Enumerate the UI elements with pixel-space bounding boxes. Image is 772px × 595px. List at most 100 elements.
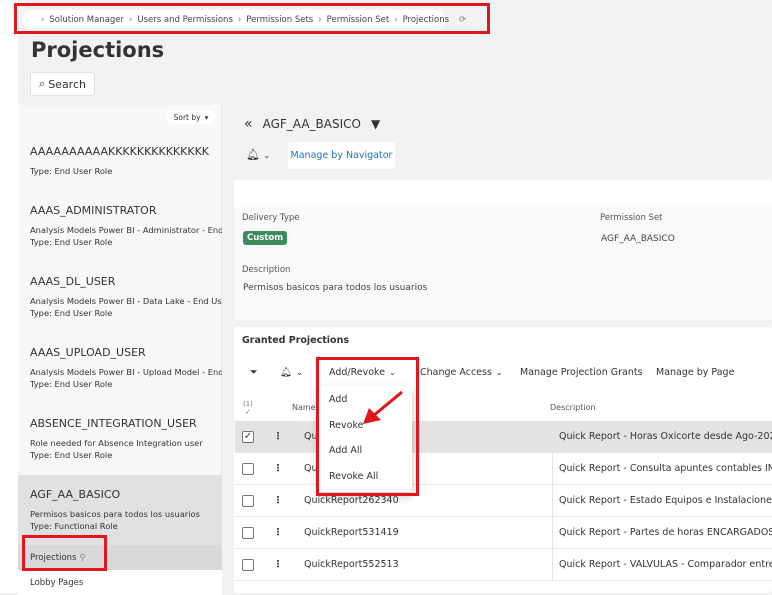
- collapse-left-icon[interactable]: «: [244, 116, 253, 132]
- menu-item-add[interactable]: Add: [329, 394, 347, 405]
- breadcrumb-solution-manager[interactable]: Solution Manager: [49, 15, 124, 25]
- item-desc: Analysis Models Power BI - Upload Model …: [30, 367, 222, 377]
- row-checkbox[interactable]: [242, 558, 254, 571]
- row-description: Quick Report - Estado Equipos e Instalac…: [552, 485, 772, 516]
- chevron-down-icon: ⌄: [389, 368, 396, 377]
- chevron-down-icon: ⌄: [495, 368, 503, 377]
- breadcrumb-projections: Projections: [402, 15, 450, 25]
- item-title: AAAS_DL_USER: [30, 275, 116, 288]
- row-checkbox[interactable]: ✓: [242, 430, 254, 443]
- item-desc: Analysis Models Power BI - Data Lake - E…: [30, 296, 222, 306]
- search-icon: ⌕: [39, 77, 46, 90]
- item-desc: Permisos basicos para todos los usuarios: [30, 509, 200, 519]
- bell-icon: 🔔︎: [280, 367, 293, 378]
- row-description: Quick Report - Partes de horas ENCARGADO…: [552, 517, 772, 548]
- item-type: Type: End User Role: [30, 379, 113, 389]
- row-description: Quick Report - VALVULAS - Comparador ent…: [552, 549, 772, 580]
- column-header-description[interactable]: Description: [550, 403, 596, 412]
- breadcrumb-permission-sets[interactable]: Permission Sets: [246, 15, 313, 25]
- delivery-type-label: Delivery Type: [242, 213, 300, 223]
- item-title: AAAS_UPLOAD_USER: [30, 346, 146, 359]
- row-checkbox[interactable]: [242, 526, 254, 539]
- record-title[interactable]: AGF_AA_BASICO: [263, 117, 361, 131]
- permission-set-value: AGF_AA_BASICO: [601, 234, 675, 244]
- subnav-lobby-pages[interactable]: Lobby Pages: [18, 570, 222, 595]
- item-type: Type: End User Role: [30, 166, 113, 176]
- caret-down-icon: ▾: [204, 112, 209, 122]
- permission-set-label: Permission Set: [600, 213, 663, 223]
- change-access-button[interactable]: Change Access ⌄: [420, 367, 503, 378]
- subnav-projections[interactable]: Projections ⚲: [18, 545, 222, 570]
- row-name: QuickReport262340: [304, 495, 399, 506]
- table-row[interactable]: ⋮ QuickReport262340 Quick Report - Estado …: [235, 485, 772, 517]
- list-item[interactable]: AAAS_DL_USER Analysis Models Power BI - D…: [18, 275, 222, 319]
- permission-set-list: Sort by ▾ AAAAAAAAAAKKKKKKKKKKKKKK Type: E…: [18, 105, 222, 593]
- item-title: AAAAAAAAAAKKKKKKKKKKKKKK: [30, 145, 209, 158]
- row-checkbox[interactable]: [242, 462, 254, 475]
- list-item-selected[interactable]: AGF_AA_BASICO Permisos basicos para todos…: [18, 475, 222, 545]
- row-description: Quick Report - Consulta apuntes contable…: [552, 453, 772, 484]
- search-button[interactable]: ⌕ Search: [30, 72, 95, 96]
- left-margin: [0, 0, 18, 593]
- kebab-menu-icon[interactable]: ⋮: [268, 559, 288, 570]
- row-description: Quick Report - Horas Oxicorte desde Ago-…: [552, 421, 772, 452]
- refresh-icon[interactable]: ⟳: [459, 15, 466, 25]
- item-title: ABSENCE_INTEGRATION_USER: [30, 417, 197, 430]
- item-title: AAAS_ADMINISTRATOR: [30, 204, 157, 217]
- row-name: QuickReport552513: [304, 559, 399, 570]
- item-desc: Role needed for Absence Integration user: [30, 438, 203, 448]
- selection-count[interactable]: (1) ✓: [243, 400, 253, 416]
- row-name: QuickReport531419: [304, 527, 399, 538]
- table-row[interactable]: ✓⋮QuickReportQuick Report - Horas Oxicor…: [235, 421, 772, 453]
- section-title: Granted Projections: [242, 335, 349, 346]
- item-title: AGF_AA_BASICO: [30, 488, 121, 501]
- kebab-menu-icon[interactable]: ⋮: [268, 527, 288, 538]
- pin-icon[interactable]: ⚲: [79, 553, 85, 563]
- details-card: Delivery Type Custom Permission Set AGF_…: [234, 180, 772, 320]
- table-row[interactable]: ⋮ QuickReport552513 Quick Report - VALVULA…: [235, 549, 772, 581]
- change-access-label: Change Access: [420, 367, 492, 378]
- list-item[interactable]: ABSENCE_INTEGRATION_USER Role needed for …: [18, 417, 222, 461]
- list-item[interactable]: AAAAAAAAAAKKKKKKKKKKKKKK Type: End User R…: [18, 145, 222, 177]
- item-type: Type: End User Role: [30, 308, 113, 318]
- kebab-menu-icon[interactable]: ⋮: [268, 495, 288, 506]
- sort-by-button[interactable]: Sort by ▾: [166, 110, 216, 124]
- filter-icon[interactable]: ⏷: [250, 367, 258, 378]
- manage-by-navigator-button[interactable]: Manage by Navigator: [288, 142, 395, 169]
- subnav-lobby-label: Lobby Pages: [30, 577, 84, 588]
- item-type: Type: Functional Role: [30, 521, 118, 531]
- subnav-projections-label: Projections: [30, 552, 77, 563]
- description-label: Description: [242, 265, 291, 275]
- menu-item-revoke-all[interactable]: Revoke All: [329, 471, 378, 482]
- table-row[interactable]: ⋮ QuickReport531419 Quick Report - Partes …: [235, 517, 772, 549]
- delivery-type-badge: Custom: [243, 231, 288, 245]
- breadcrumb: › Solution Manager › Users and Permissions…: [22, 10, 466, 30]
- item-type: Type: End User Role: [30, 450, 113, 460]
- item-type: Type: End User Role: [30, 237, 113, 247]
- bell-dropdown[interactable]: 🔔︎ ⌄: [280, 367, 303, 378]
- sort-label: Sort by: [173, 112, 201, 122]
- kebab-menu-icon[interactable]: ⋮: [268, 463, 288, 474]
- selection-count-label: (1): [243, 400, 253, 408]
- breadcrumb-users-permissions[interactable]: Users and Permissions: [137, 15, 232, 25]
- add-revoke-label: Add/Revoke: [329, 367, 386, 378]
- annotation-arrow-icon: [363, 390, 403, 424]
- list-item[interactable]: AAAS_UPLOAD_USER Analysis Models Power BI…: [18, 346, 222, 390]
- table-row[interactable]: ⋮QuickReportQuick Report - Consulta apun…: [235, 453, 772, 485]
- row-checkbox[interactable]: [242, 494, 254, 507]
- caret-down-icon[interactable]: ▼: [371, 117, 380, 131]
- breadcrumb-permission-set[interactable]: Permission Set: [327, 15, 390, 25]
- page-title: Projections: [31, 38, 165, 62]
- notification-bell-icon[interactable]: 🔔︎ ⌄: [246, 148, 270, 161]
- add-revoke-button[interactable]: Add/Revoke ⌄: [325, 364, 400, 381]
- kebab-menu-icon[interactable]: ⋮: [268, 431, 288, 442]
- manage-by-page-button[interactable]: Manage by Page: [656, 367, 734, 378]
- menu-item-add-all[interactable]: Add All: [329, 445, 362, 456]
- column-header-name[interactable]: Name: [292, 403, 316, 412]
- description-value: Permisos basicos para todos los usuarios: [243, 283, 428, 293]
- manage-projection-grants-button[interactable]: Manage Projection Grants: [520, 367, 643, 378]
- record-header: « AGF_AA_BASICO ▼: [244, 116, 380, 132]
- search-label: Search: [48, 77, 86, 91]
- item-desc: Analysis Models Power BI - Administrator…: [30, 225, 222, 235]
- list-item[interactable]: AAAS_ADMINISTRATOR Analysis Models Power …: [18, 204, 222, 248]
